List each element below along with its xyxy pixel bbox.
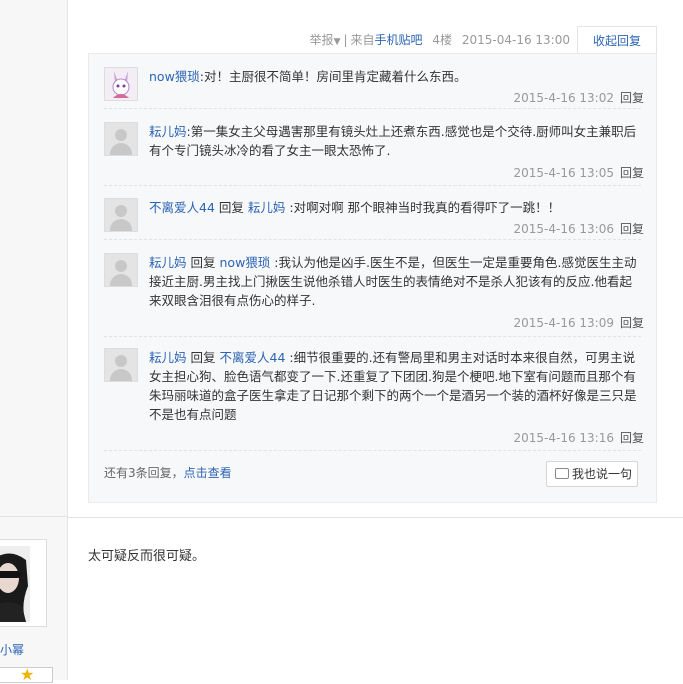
post-meta: 举报▼ | 来自手机贴吧 4楼 2015-04-16 13:00 <box>309 33 570 47</box>
reply-button[interactable]: 回复 <box>620 166 644 180</box>
author-name[interactable]: 小幂 <box>0 641 24 658</box>
post-datetime: 2015-04-16 13:00 <box>461 33 570 47</box>
reply-target[interactable]: 耘儿妈 <box>248 200 286 215</box>
sub-reply-text: now猥琐:对！主厨很不简单！房间里肯定藏着什么东西。 <box>149 69 467 84</box>
report-link[interactable]: 举报▼ <box>310 33 341 47</box>
speech-bubble-icon <box>555 468 569 479</box>
divider <box>0 516 67 517</box>
sub-reply-divider <box>104 239 641 240</box>
sub-reply-time: 2015-4-16 13:05 回复 <box>513 166 644 180</box>
sub-reply-time: 2015-4-16 13:09 回复 <box>513 316 644 330</box>
sub-reply-text: 耘儿妈 回复 不离爱人44 :细节很重要的.还有警局里和男主对话时本来很自然，可… <box>149 350 637 422</box>
floor-number: 4楼 <box>432 33 453 47</box>
sub-reply: 耘儿妈 回复 不离爱人44 :细节很重要的.还有警局里和男主对话时本来很自然，可… <box>104 348 644 445</box>
reply-user[interactable]: 耘儿妈 <box>149 350 187 365</box>
sub-reply-divider <box>104 336 641 337</box>
reply-user[interactable]: 不离爱人44 <box>149 200 215 215</box>
default-avatar-icon[interactable] <box>104 348 138 382</box>
reply-target[interactable]: now猥琐 <box>220 255 271 270</box>
reply-user[interactable]: 耘儿妈 <box>149 124 187 139</box>
sub-reply-divider <box>104 450 641 451</box>
sub-reply-text: 耘儿妈 回复 now猥琐 :我认为他是凶手.医生不是，但医生一定是重要角色.感觉… <box>149 255 637 308</box>
post-divider <box>67 517 683 518</box>
sub-reply-divider <box>104 185 641 186</box>
reply-button[interactable]: 回复 <box>620 316 644 330</box>
sub-reply-divider <box>104 108 641 109</box>
reply-button[interactable]: 回复 <box>620 431 644 445</box>
sub-reply-text: 不离爱人44 回复 耘儿妈 :对啊对啊 那个眼神当时我真的看得吓了一跳！！ <box>149 200 561 215</box>
more-replies: 还有3条回复，点击查看 <box>104 466 232 480</box>
sub-reply: 耘儿妈 回复 now猥琐 :我认为他是凶手.医生不是，但医生一定是重要角色.感觉… <box>104 253 644 333</box>
reply-user[interactable]: 耘儿妈 <box>149 255 187 270</box>
author-photo <box>0 546 30 622</box>
author-avatar[interactable] <box>0 539 47 627</box>
reply-user[interactable]: now猥琐 <box>149 69 200 84</box>
sub-reply: 不离爱人44 回复 耘儿妈 :对啊对啊 那个眼神当时我真的看得吓了一跳！！ 20… <box>104 198 644 238</box>
sub-reply: now猥琐:对！主厨很不简单！房间里肯定藏着什么东西。 2015-4-16 13… <box>104 67 644 107</box>
default-avatar-icon[interactable] <box>104 253 138 287</box>
rabbit-avatar-icon[interactable] <box>104 67 138 101</box>
reply-target[interactable]: 不离爱人44 <box>220 350 286 365</box>
default-avatar-icon[interactable] <box>104 198 138 232</box>
reply-button[interactable]: 回复 <box>620 91 644 105</box>
sub-reply-time: 2015-4-16 13:16 回复 <box>513 431 644 445</box>
sub-reply-time: 2015-4-16 13:02 回复 <box>513 91 644 105</box>
sub-reply-text: 耘儿妈:第一集女主父母遇害那里有镜头灶上还煮东西.感觉也是个交待.厨师叫女主兼职… <box>149 124 637 158</box>
reply-button[interactable]: 回复 <box>620 222 644 236</box>
dropdown-caret-icon: ▼ <box>333 37 341 47</box>
level-badge: ★ <box>0 667 53 683</box>
sub-reply: 耘儿妈:第一集女主父母遇害那里有镜头灶上还煮东西.感觉也是个交待.厨师叫女主兼职… <box>104 122 644 180</box>
collapse-replies-button[interactable]: 收起回复 <box>577 26 657 55</box>
say-something-button[interactable]: 我也说一句 <box>546 461 638 487</box>
default-avatar-icon[interactable] <box>104 122 138 156</box>
sub-reply-panel: now猥琐:对！主厨很不简单！房间里肯定藏着什么东西。 2015-4-16 13… <box>88 53 657 503</box>
post-content: 太可疑反而很可疑。 <box>88 549 206 564</box>
view-more-link[interactable]: 点击查看 <box>184 466 232 480</box>
source-link[interactable]: 手机贴吧 <box>375 33 423 47</box>
sub-reply-time: 2015-4-16 13:06 回复 <box>513 222 644 236</box>
star-badge-icon: ★ <box>20 665 35 684</box>
